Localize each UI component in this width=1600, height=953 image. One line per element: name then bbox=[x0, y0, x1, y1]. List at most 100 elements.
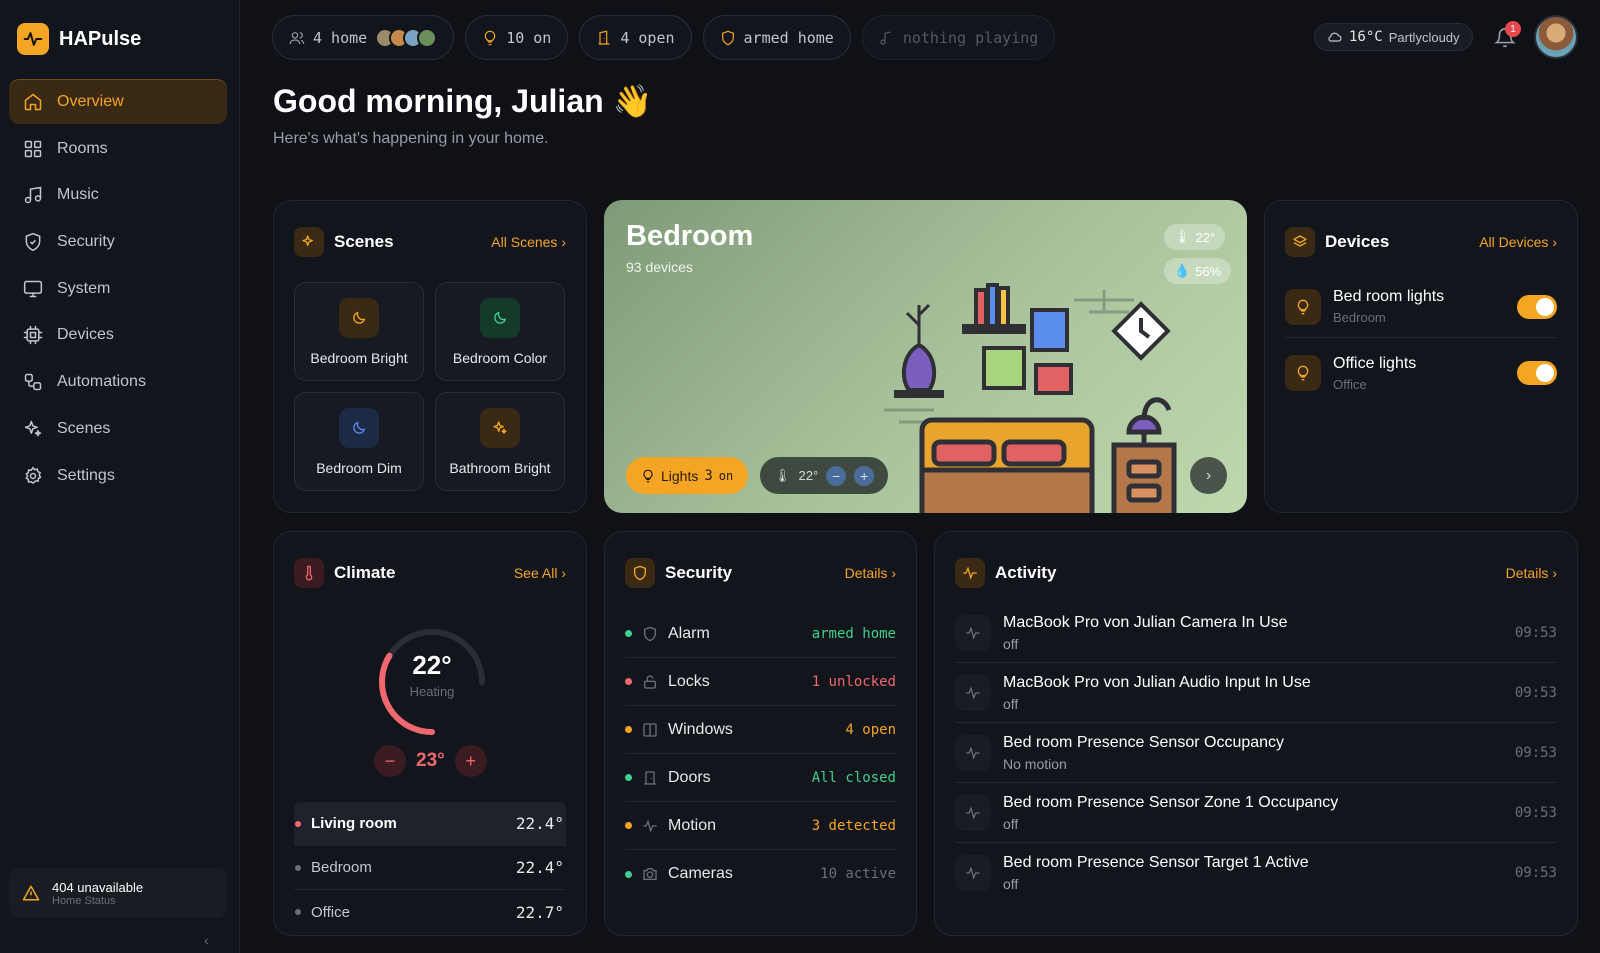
door-icon bbox=[599, 30, 610, 45]
thermostat-dial[interactable] bbox=[372, 622, 492, 742]
sidebar-item-label: Music bbox=[57, 186, 99, 204]
sidebar-item-rooms[interactable]: Rooms bbox=[9, 127, 227, 171]
sidebar-item-music[interactable]: Music bbox=[9, 173, 227, 217]
sidebar-item-label: Overview bbox=[57, 93, 124, 110]
activity-time: 09:53 bbox=[1514, 744, 1557, 761]
activity-details-link[interactable]: Details › bbox=[1506, 565, 1557, 581]
climate-room-row[interactable]: Bedroom 22.4° bbox=[294, 846, 566, 890]
monitor-icon bbox=[23, 280, 43, 297]
security-item-value: 4 open bbox=[845, 721, 896, 738]
scene-label: Bedroom Bright bbox=[310, 349, 408, 366]
scene-label: Bedroom Color bbox=[452, 349, 548, 366]
decrease-temp-button[interactable]: − bbox=[374, 745, 406, 777]
next-room-button[interactable]: › bbox=[1190, 457, 1227, 494]
device-toggle[interactable] bbox=[1517, 294, 1557, 319]
activity-row[interactable]: Bed room Presence Sensor Zone 1 Occupanc… bbox=[955, 783, 1557, 843]
grid-icon bbox=[24, 140, 42, 157]
thermometer-icon: 🌡 bbox=[774, 467, 791, 483]
room-dot bbox=[295, 820, 301, 827]
activity-row[interactable]: MacBook Pro von Julian Camera In Use off… bbox=[955, 603, 1557, 663]
room-humidity-chip: 💧 56% bbox=[1164, 258, 1232, 284]
warning-icon bbox=[22, 885, 40, 901]
user-avatar[interactable] bbox=[1534, 15, 1578, 59]
weather-condition: Partlycloudy bbox=[1388, 29, 1460, 45]
all-devices-link[interactable]: All Devices › bbox=[1479, 234, 1557, 250]
security-item-name: Alarm bbox=[668, 624, 710, 642]
lock-open-icon bbox=[644, 674, 656, 689]
people-pill[interactable]: 4 home bbox=[272, 15, 455, 60]
room-lights-button[interactable]: Lights 3 on bbox=[626, 457, 749, 494]
music-note-icon bbox=[880, 30, 891, 45]
music-pill[interactable]: nothing playing bbox=[861, 15, 1056, 60]
temp-increase-button[interactable]: + bbox=[854, 465, 875, 486]
device-row[interactable]: Bed room lights Bedroom bbox=[1285, 276, 1557, 338]
climate-see-all-link[interactable]: See All › bbox=[514, 565, 566, 581]
activity-icon bbox=[955, 794, 991, 831]
status-main-text: 404 unavailable bbox=[52, 879, 144, 895]
scenes-card: Scenes All Scenes › Bedroom Bright Bedro… bbox=[273, 200, 587, 513]
bedroom-hero-card[interactable]: Bedroom 93 devices 🌡 22° 💧 56% Lights 3 on… bbox=[604, 200, 1247, 513]
climate-room-row[interactable]: Living room 22.4° bbox=[294, 802, 566, 846]
device-toggle[interactable] bbox=[1517, 361, 1557, 385]
security-row[interactable]: Alarm armed home bbox=[625, 610, 896, 658]
sidebar-item-system[interactable]: System bbox=[9, 267, 227, 311]
activity-row[interactable]: MacBook Pro von Julian Audio Input In Us… bbox=[955, 663, 1557, 723]
notification-badge: 1 bbox=[1505, 21, 1521, 37]
activity-state: No motion bbox=[1003, 755, 1067, 772]
lights-count: 10 on bbox=[506, 28, 552, 47]
activity-row[interactable]: Bed room Presence Sensor Target 1 Active… bbox=[955, 843, 1557, 903]
collapse-sidebar-icon[interactable]: ‹ bbox=[204, 932, 209, 948]
alarm-pill[interactable]: armed home bbox=[702, 15, 851, 60]
sidebar-item-devices[interactable]: Devices bbox=[9, 313, 227, 357]
scene-tile[interactable]: Bedroom Color bbox=[435, 282, 565, 381]
brand[interactable]: HAPulse bbox=[17, 23, 141, 55]
security-details-link[interactable]: Details › bbox=[845, 565, 896, 581]
top-status-bar: 4 home 10 on 4 open armed home nothing p… bbox=[272, 15, 1056, 60]
scene-tile[interactable]: Bathroom Bright bbox=[435, 392, 565, 491]
security-row[interactable]: Doors All closed bbox=[625, 754, 896, 802]
temp-decrease-button[interactable]: − bbox=[826, 465, 847, 486]
device-row[interactable]: Office lights Office bbox=[1285, 342, 1557, 404]
device-room: Office bbox=[1333, 376, 1367, 392]
sidebar-item-automations[interactable]: Automations bbox=[9, 360, 227, 404]
openings-pill[interactable]: 4 open bbox=[579, 15, 692, 60]
increase-temp-button[interactable]: + bbox=[454, 745, 487, 777]
cloud-icon bbox=[1328, 32, 1342, 42]
activity-title: Bed room Presence Sensor Zone 1 Occupanc… bbox=[1003, 793, 1339, 811]
lights-count: 3 bbox=[704, 467, 713, 484]
music-icon bbox=[24, 186, 42, 204]
sidebar-item-settings[interactable]: Settings bbox=[9, 454, 227, 498]
lights-state: on bbox=[718, 468, 734, 483]
all-scenes-link[interactable]: All Scenes › bbox=[491, 234, 566, 250]
room-temp: 22.7° bbox=[515, 902, 564, 922]
scene-tile[interactable]: Bedroom Dim bbox=[294, 392, 424, 491]
security-row[interactable]: Windows 4 open bbox=[625, 706, 896, 754]
shield-icon bbox=[625, 558, 655, 588]
security-row[interactable]: Cameras 10 active bbox=[625, 850, 896, 898]
scene-tile[interactable]: Bedroom Bright bbox=[294, 282, 424, 381]
status-dot bbox=[625, 630, 632, 637]
hvac-mode: Heating bbox=[409, 684, 455, 699]
set-temp: 22° bbox=[798, 468, 819, 483]
shield-icon bbox=[644, 626, 656, 641]
activity-row[interactable]: Bed room Presence Sensor Occupancy No mo… bbox=[955, 723, 1557, 783]
activity-title: MacBook Pro von Julian Audio Input In Us… bbox=[1003, 673, 1311, 691]
lights-pill[interactable]: 10 on bbox=[465, 15, 569, 60]
activity-state: off bbox=[1003, 815, 1019, 832]
card-title: Activity bbox=[995, 563, 1057, 582]
weather-pill[interactable]: 16°C Partlycloudy bbox=[1314, 23, 1473, 51]
sparkles-icon bbox=[24, 420, 42, 437]
sidebar-item-label: Settings bbox=[57, 466, 115, 484]
climate-room-row[interactable]: Office 22.7° bbox=[294, 890, 566, 934]
home-status-card[interactable]: 404 unavailable Home Status bbox=[9, 868, 227, 918]
security-row[interactable]: Locks 1 unlocked bbox=[625, 658, 896, 706]
device-name: Office lights bbox=[1333, 354, 1417, 372]
lightbulb-icon bbox=[1285, 288, 1321, 325]
security-row[interactable]: Motion 3 detected bbox=[625, 802, 896, 850]
sidebar-item-overview[interactable]: Overview bbox=[9, 80, 227, 124]
sidebar-item-scenes[interactable]: Scenes bbox=[9, 407, 227, 451]
page-title: Good morning, Julian 👋 bbox=[273, 83, 653, 119]
security-item-value: 1 unlocked bbox=[811, 673, 896, 690]
sparkles-icon bbox=[480, 407, 520, 448]
sidebar-item-security[interactable]: Security bbox=[9, 220, 227, 264]
